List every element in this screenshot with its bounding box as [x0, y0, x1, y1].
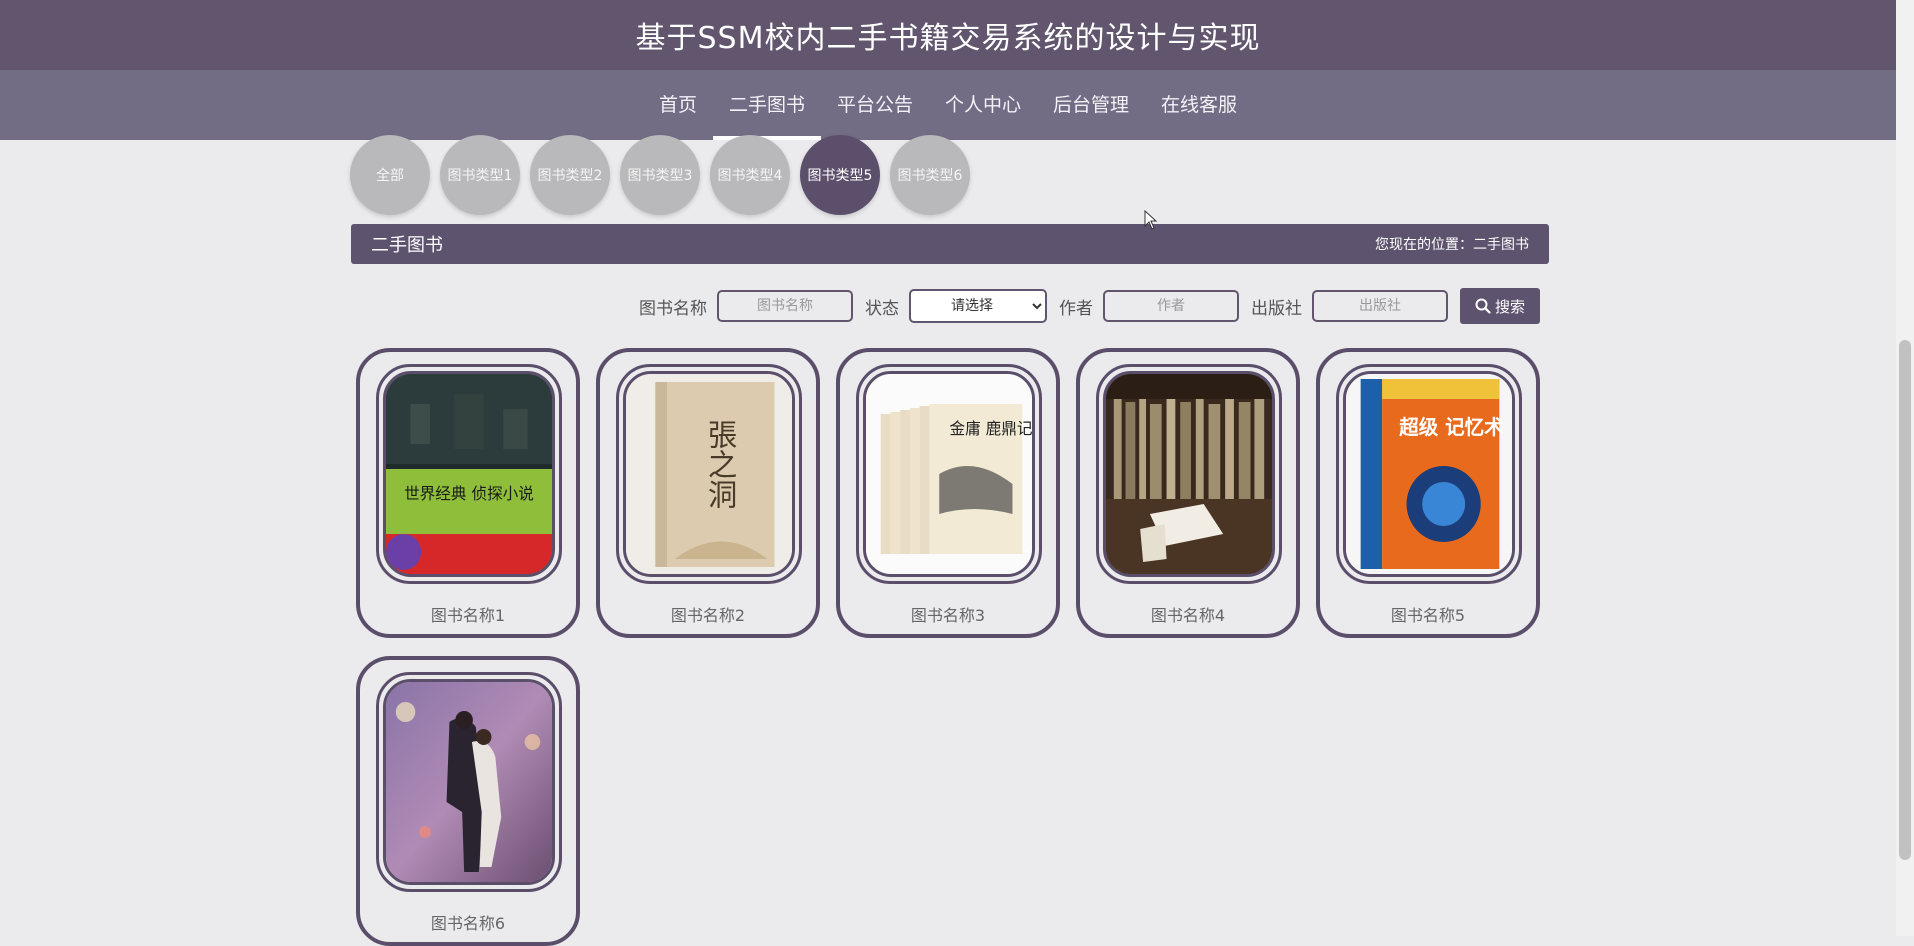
publisher-input[interactable] — [1312, 290, 1448, 322]
book-cover-frame — [1096, 364, 1282, 584]
publisher-label: 出版社 — [1251, 298, 1302, 319]
book-name[interactable]: 图书名称2 — [600, 602, 816, 626]
status-select[interactable]: 请选择 — [909, 289, 1047, 323]
book-card-1[interactable]: 世界经典 侦探小说 图书名称1 — [356, 348, 580, 638]
book-cover-frame: 金庸 鹿鼎记 — [856, 364, 1042, 584]
book-card-5[interactable]: 超级 记忆术 图书名称5 — [1316, 348, 1540, 638]
mouse-pointer-icon — [1144, 210, 1158, 230]
book-cover-image — [1103, 371, 1275, 577]
category-type-2[interactable]: 图书类型2 — [530, 135, 610, 215]
book-cover-text: 超级 记忆术 — [1399, 416, 1504, 439]
book-cover-frame: 超级 记忆术 — [1336, 364, 1522, 584]
search-bar: 图书名称 状态 请选择 作者 出版社 搜索 — [639, 288, 1540, 324]
book-name[interactable]: 图书名称1 — [360, 602, 576, 626]
nav-item-admin[interactable]: 后台管理 — [1037, 70, 1145, 140]
category-type-1[interactable]: 图书类型1 — [440, 135, 520, 215]
book-card-4[interactable]: 图书名称4 — [1076, 348, 1300, 638]
category-all[interactable]: 全部 — [350, 135, 430, 215]
book-name-label: 图书名称 — [639, 298, 707, 319]
page-scrollbar[interactable] — [1896, 0, 1914, 936]
nav-item-support[interactable]: 在线客服 — [1145, 70, 1253, 140]
book-cover-image: 張之洞 — [623, 371, 795, 577]
book-cover-image: 金庸 鹿鼎记 — [863, 371, 1035, 577]
nav-item-books[interactable]: 二手图书 — [712, 70, 822, 140]
book-cover-image: 超级 记忆术 — [1343, 371, 1515, 577]
book-card-2[interactable]: 張之洞 图书名称2 — [596, 348, 820, 638]
category-type-5[interactable]: 图书类型5 — [800, 135, 880, 215]
book-name[interactable]: 图书名称6 — [360, 910, 576, 934]
book-cover-text: 世界经典 侦探小说 — [404, 484, 534, 503]
scrollbar-thumb[interactable] — [1899, 340, 1911, 860]
book-cover-frame: 張之洞 — [616, 364, 802, 584]
author-input[interactable] — [1103, 290, 1239, 322]
section-bar: 二手图书 您现在的位置：二手图书 — [351, 224, 1549, 264]
book-cover-image — [383, 679, 555, 885]
status-label: 状态 — [865, 298, 899, 319]
category-type-3[interactable]: 图书类型3 — [620, 135, 700, 215]
breadcrumb: 您现在的位置：二手图书 — [1375, 237, 1529, 253]
category-type-4[interactable]: 图书类型4 — [710, 135, 790, 215]
book-name[interactable]: 图书名称4 — [1080, 602, 1296, 626]
site-title: 基于SSM校内二手书籍交易系统的设计与实现 — [635, 21, 1261, 56]
book-name[interactable]: 图书名称3 — [840, 602, 1056, 626]
book-name[interactable]: 图书名称5 — [1320, 602, 1536, 626]
author-label: 作者 — [1059, 298, 1093, 319]
nav-item-profile[interactable]: 个人中心 — [929, 70, 1037, 140]
book-card-3[interactable]: 金庸 鹿鼎记 图书名称3 — [836, 348, 1060, 638]
nav-item-home[interactable]: 首页 — [643, 70, 713, 140]
book-cover-text: 金庸 鹿鼎记 — [949, 419, 1032, 438]
book-cover-frame — [376, 672, 562, 892]
category-filter: 全部 图书类型1 图书类型2 图书类型3 图书类型4 图书类型5 图书类型6 — [350, 135, 970, 215]
book-cover-text: 張之洞 — [703, 419, 738, 509]
main-nav: 首页 二手图书 平台公告 个人中心 后台管理 在线客服 — [0, 70, 1896, 140]
book-cover-image: 世界经典 侦探小说 — [383, 371, 555, 577]
book-cover-frame: 世界经典 侦探小说 — [376, 364, 562, 584]
book-name-input[interactable] — [717, 290, 853, 322]
search-button[interactable]: 搜索 — [1460, 288, 1540, 324]
site-header: 基于SSM校内二手书籍交易系统的设计与实现 — [0, 0, 1896, 70]
category-type-6[interactable]: 图书类型6 — [890, 135, 970, 215]
search-icon — [1475, 298, 1491, 314]
section-title: 二手图书 — [371, 235, 443, 256]
book-card-6[interactable]: 图书名称6 — [356, 656, 580, 946]
search-button-label: 搜索 — [1494, 297, 1525, 316]
nav-item-notices[interactable]: 平台公告 — [821, 70, 929, 140]
